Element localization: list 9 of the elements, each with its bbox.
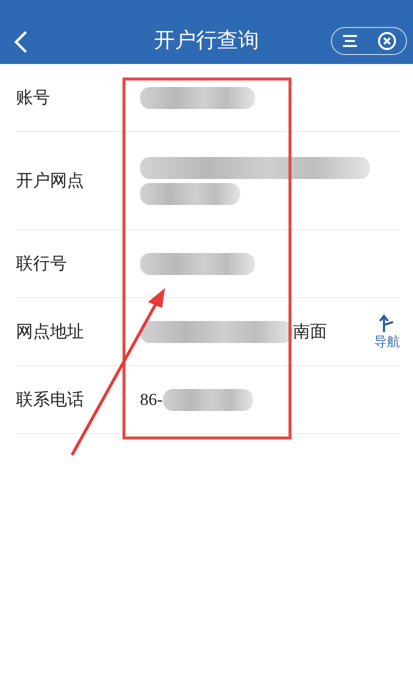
field-label: 联系电话 [16,389,85,411]
field-label: 联行号 [16,253,68,275]
navigate-button[interactable]: 导航 [374,312,400,350]
field-label: 网点地址 [16,321,85,343]
field-value: 南面 [293,321,327,343]
field-label: 开户网点 [16,170,85,192]
field-value: 86- [140,390,163,410]
field-label: 账号 [16,87,51,109]
page-title: 开户行查询 [154,27,259,54]
